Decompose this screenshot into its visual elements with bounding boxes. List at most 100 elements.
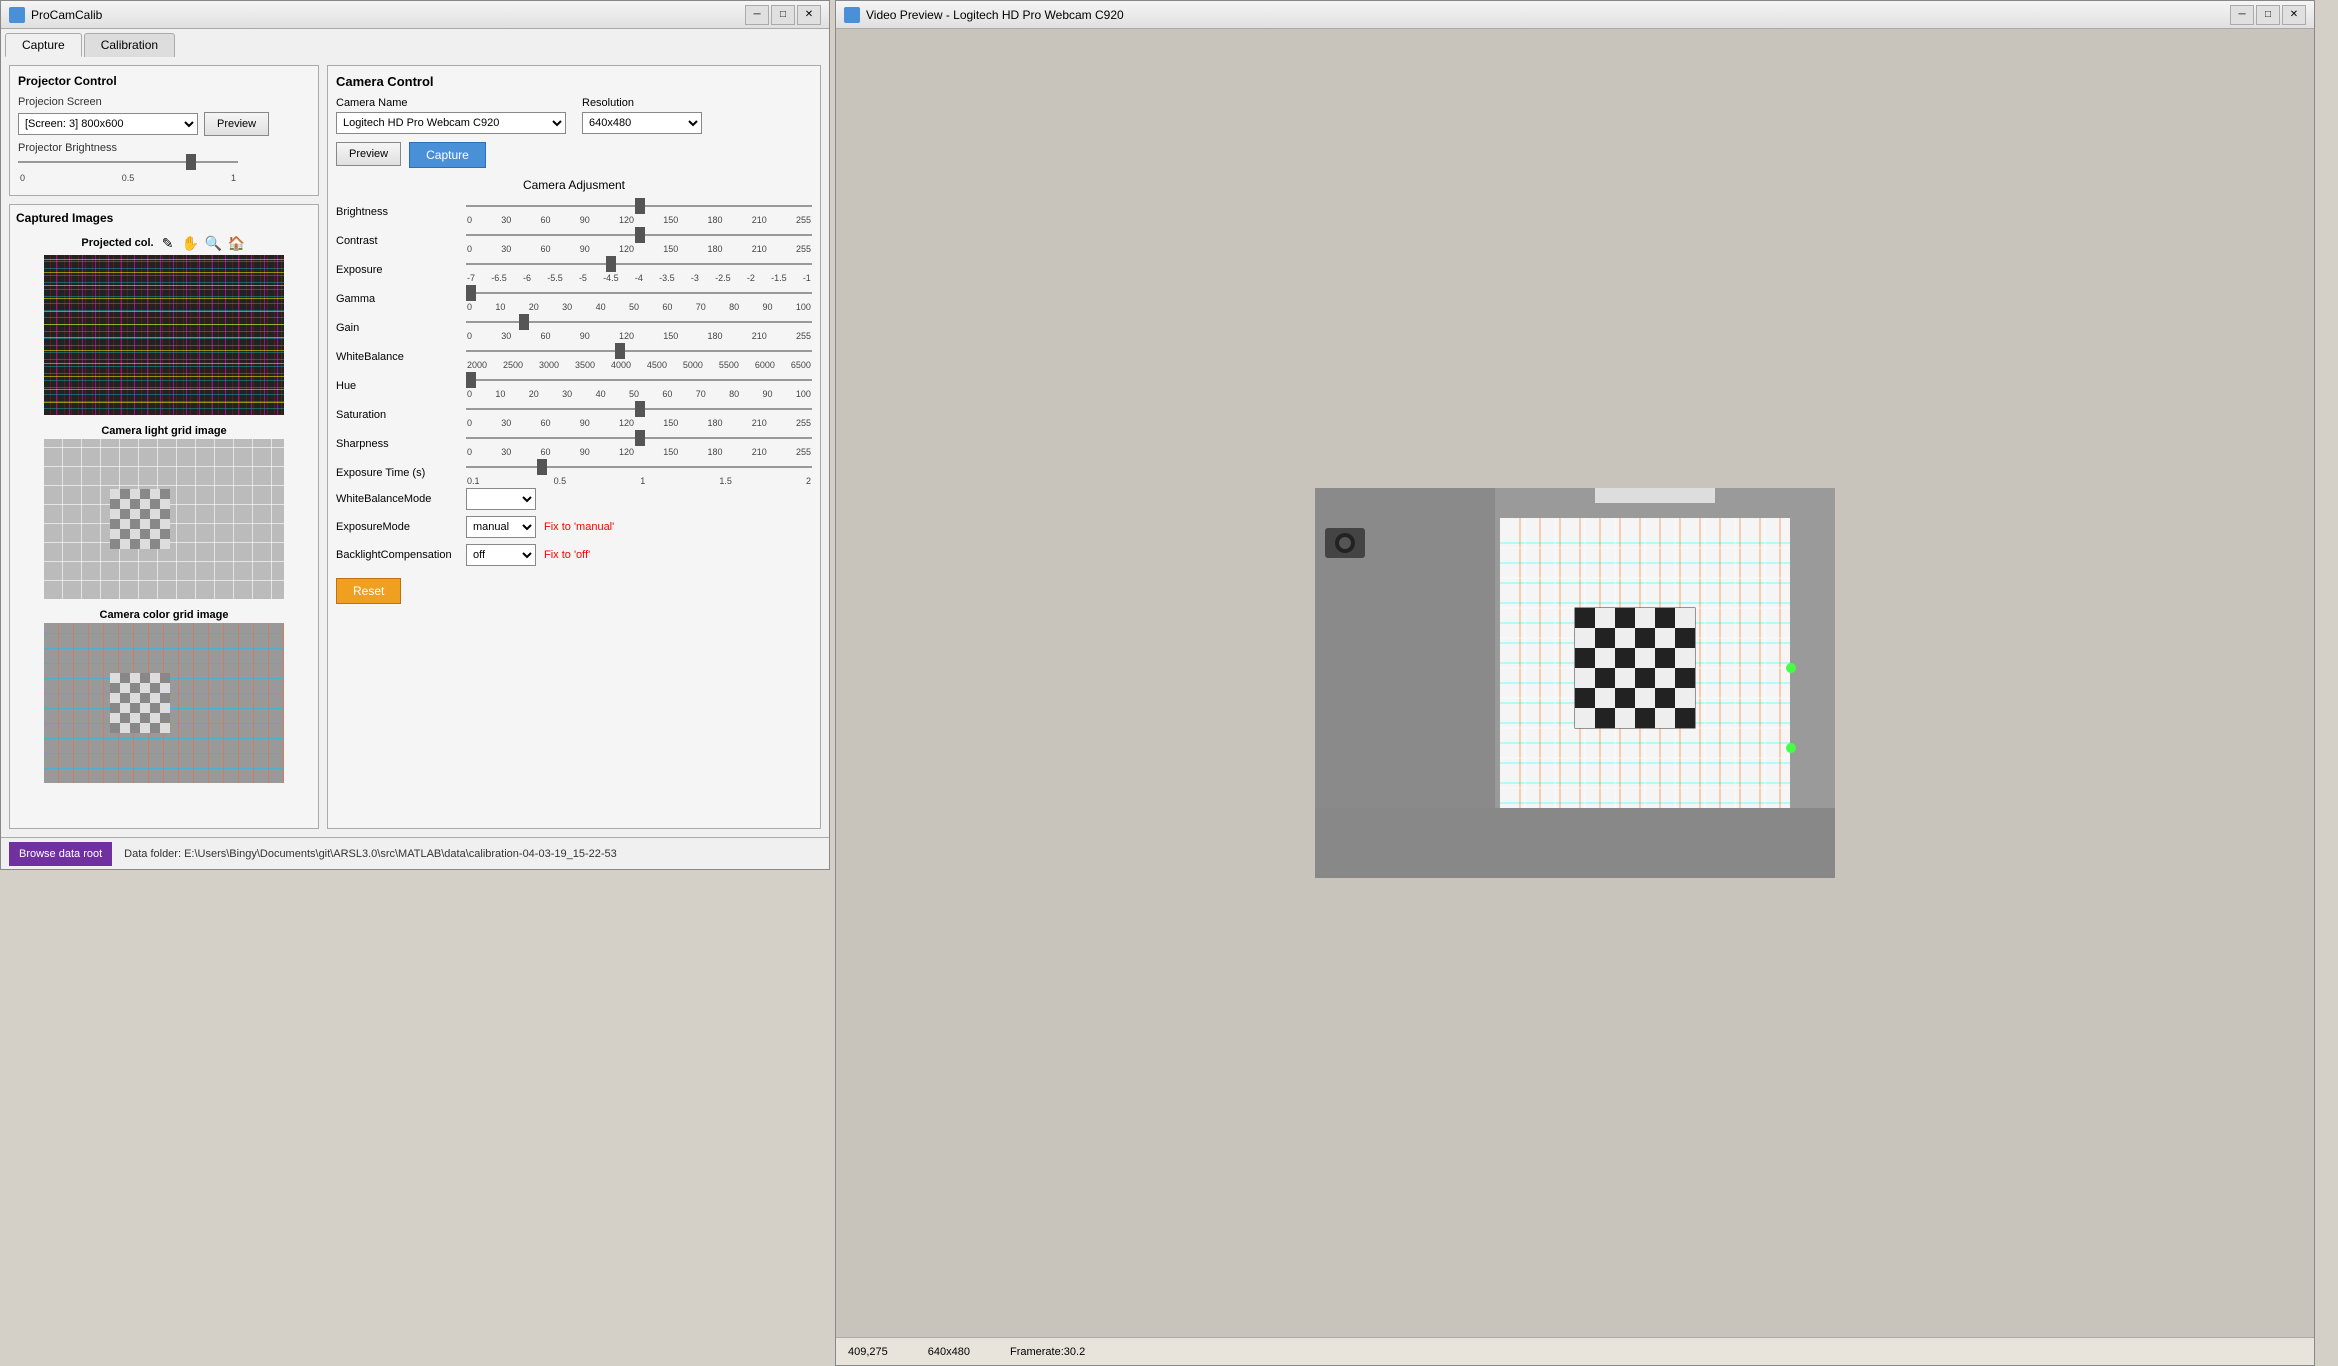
camera-btn-row: Preview Capture — [336, 142, 812, 168]
reset-button[interactable]: Reset — [336, 578, 401, 604]
gamma-ticks: 0102030405060708090100 — [466, 302, 812, 312]
projected-col-image — [44, 255, 284, 415]
tab-bar: Capture Calibration — [1, 29, 829, 57]
backlight-compensation-select[interactable]: off — [466, 544, 536, 566]
window-controls: ─ □ ✕ — [745, 5, 821, 25]
resolution-select[interactable]: 640x480 — [582, 112, 702, 134]
tab-capture[interactable]: Capture — [5, 33, 82, 57]
bottom-bar: Browse data root Data folder: E:\Users\B… — [1, 837, 829, 869]
sharpness-label: Sharpness — [336, 438, 466, 450]
projector-brightness-ticks: 0 0.5 1 — [18, 173, 238, 183]
gain-ticks: 0306090120150180210255 — [466, 331, 812, 341]
contrast-slider-area: 0306090120150180210255 — [466, 227, 812, 254]
exposure-time-ticks: 0.10.511.52 — [466, 476, 812, 486]
preview-resolution: 640x480 — [928, 1346, 970, 1358]
app-title: ProCamCalib — [31, 8, 102, 22]
whitebalance-label: WhiteBalance — [336, 351, 466, 363]
camera-control-title: Camera Control — [336, 74, 812, 89]
gain-label: Gain — [336, 322, 466, 334]
main-window: ProCamCalib ─ □ ✕ Capture Calibration Pr… — [0, 0, 830, 870]
brightness-slider-area: 0306090120150180210255 — [466, 198, 812, 225]
resolution-label: Resolution — [582, 97, 702, 109]
brightness-label: Brightness — [336, 206, 466, 218]
camera-name-select[interactable]: Logitech HD Pro Webcam C920 — [336, 112, 566, 134]
left-panel: Projector Control Projecion Screen [Scre… — [9, 65, 319, 829]
contrast-label: Contrast — [336, 235, 466, 247]
preview-minimize-button[interactable]: ─ — [2230, 5, 2254, 25]
reset-btn-container: Reset — [336, 572, 812, 604]
camera-color-grid-thumb: Camera color grid image — [16, 609, 312, 783]
brightness-slider[interactable] — [466, 198, 812, 214]
preview-content — [836, 29, 2314, 1337]
minimize-button[interactable]: ─ — [745, 5, 769, 25]
preview-app-icon — [844, 7, 860, 23]
hand-icon[interactable]: ✋ — [181, 233, 201, 253]
projector-brightness-slider[interactable] — [18, 154, 238, 170]
projector-preview-button[interactable]: Preview — [204, 112, 269, 136]
projected-col-tools: ✎ ✋ 🔍 🏠 — [158, 233, 247, 253]
projected-col-header: Projected col. ✎ ✋ 🔍 🏠 — [16, 233, 312, 255]
camera-adj-title: Camera Adjusment — [336, 178, 812, 192]
preview-close-button[interactable]: ✕ — [2282, 5, 2306, 25]
exposure-ticks: -7-6.5-6-5.5-5-4.5-4-3.5-3-2.5-2-1.5-1 — [466, 273, 812, 283]
gamma-row: Gamma 0102030405060708090100 — [336, 285, 812, 312]
brightness-ticks: 0306090120150180210255 — [466, 215, 812, 225]
exposure-time-slider[interactable] — [466, 459, 812, 475]
exposure-mode-select[interactable]: manual — [466, 516, 536, 538]
whitebalance-ticks: 2000250030003500400045005000550060006500 — [466, 360, 812, 370]
projected-col-pattern — [44, 255, 284, 415]
exposure-mode-row: ExposureMode manual Fix to 'manual' — [336, 516, 812, 538]
projector-screen-select[interactable]: [Screen: 3] 800x600 — [18, 113, 198, 135]
backlight-compensation-row: BacklightCompensation off Fix to 'off' — [336, 544, 812, 566]
captured-images-panel: Captured Images Projected col. ✎ ✋ 🔍 🏠 — [9, 204, 319, 829]
preview-title-bar: Video Preview - Logitech HD Pro Webcam C… — [836, 1, 2314, 29]
preview-maximize-button[interactable]: □ — [2256, 5, 2280, 25]
whitebalance-slider[interactable] — [466, 343, 812, 359]
whitebalance-mode-row: WhiteBalanceMode — [336, 488, 812, 510]
projected-col-thumb: Projected col. ✎ ✋ 🔍 🏠 — [16, 233, 312, 415]
zoom-out-icon[interactable]: 🏠 — [227, 233, 247, 253]
checker-inner-2 — [110, 673, 170, 733]
sharpness-ticks: 0306090120150180210255 — [466, 447, 812, 457]
checker-inner — [110, 489, 170, 549]
hue-row: Hue 0102030405060708090100 — [336, 372, 812, 399]
contrast-row: Contrast 0306090120150180210255 — [336, 227, 812, 254]
camera-preview-button[interactable]: Preview — [336, 142, 401, 166]
whitebalance-mode-select[interactable] — [466, 488, 536, 510]
preview-title-bar-left: Video Preview - Logitech HD Pro Webcam C… — [844, 7, 1124, 23]
projector-control-title: Projector Control — [18, 74, 310, 88]
projector-screen-row: [Screen: 3] 800x600 Preview — [18, 112, 310, 136]
gamma-slider[interactable] — [466, 285, 812, 301]
camera-name-group: Camera Name Logitech HD Pro Webcam C920 — [336, 97, 566, 134]
browse-data-root-button[interactable]: Browse data root — [9, 842, 112, 866]
camera-capture-button[interactable]: Capture — [409, 142, 486, 168]
sharpness-slider[interactable] — [466, 430, 812, 446]
gain-slider[interactable] — [466, 314, 812, 330]
saturation-row: Saturation 0306090120150180210255 — [336, 401, 812, 428]
camera-light-grid-thumb: Camera light grid image — [16, 425, 312, 599]
preview-svg — [1315, 488, 1835, 878]
camera-top-row: Camera Name Logitech HD Pro Webcam C920 … — [336, 97, 812, 134]
whitebalance-row: WhiteBalance 200025003000350040004500500… — [336, 343, 812, 370]
edit-icon[interactable]: ✎ — [158, 233, 178, 253]
preview-framerate: Framerate:30.2 — [1010, 1346, 1085, 1358]
camera-control-panel: Camera Control Camera Name Logitech HD P… — [327, 65, 821, 829]
contrast-slider[interactable] — [466, 227, 812, 243]
exposure-mode-label: ExposureMode — [336, 521, 466, 533]
close-button[interactable]: ✕ — [797, 5, 821, 25]
tab-calibration[interactable]: Calibration — [84, 33, 175, 57]
gamma-slider-area: 0102030405060708090100 — [466, 285, 812, 312]
maximize-button[interactable]: □ — [771, 5, 795, 25]
sharpness-row: Sharpness 0306090120150180210255 — [336, 430, 812, 457]
hue-slider[interactable] — [466, 372, 812, 388]
exposure-slider[interactable] — [466, 256, 812, 272]
brightness-row: Brightness 0306090120150180210255 — [336, 198, 812, 225]
exposure-label: Exposure — [336, 264, 466, 276]
hue-slider-area: 0102030405060708090100 — [466, 372, 812, 399]
captured-images-title: Captured Images — [16, 211, 312, 225]
projector-control-panel: Projector Control Projecion Screen [Scre… — [9, 65, 319, 196]
backlight-compensation-label: BacklightCompensation — [336, 549, 466, 561]
zoom-in-icon[interactable]: 🔍 — [204, 233, 224, 253]
saturation-slider[interactable] — [466, 401, 812, 417]
resolution-group: Resolution 640x480 — [582, 97, 702, 134]
